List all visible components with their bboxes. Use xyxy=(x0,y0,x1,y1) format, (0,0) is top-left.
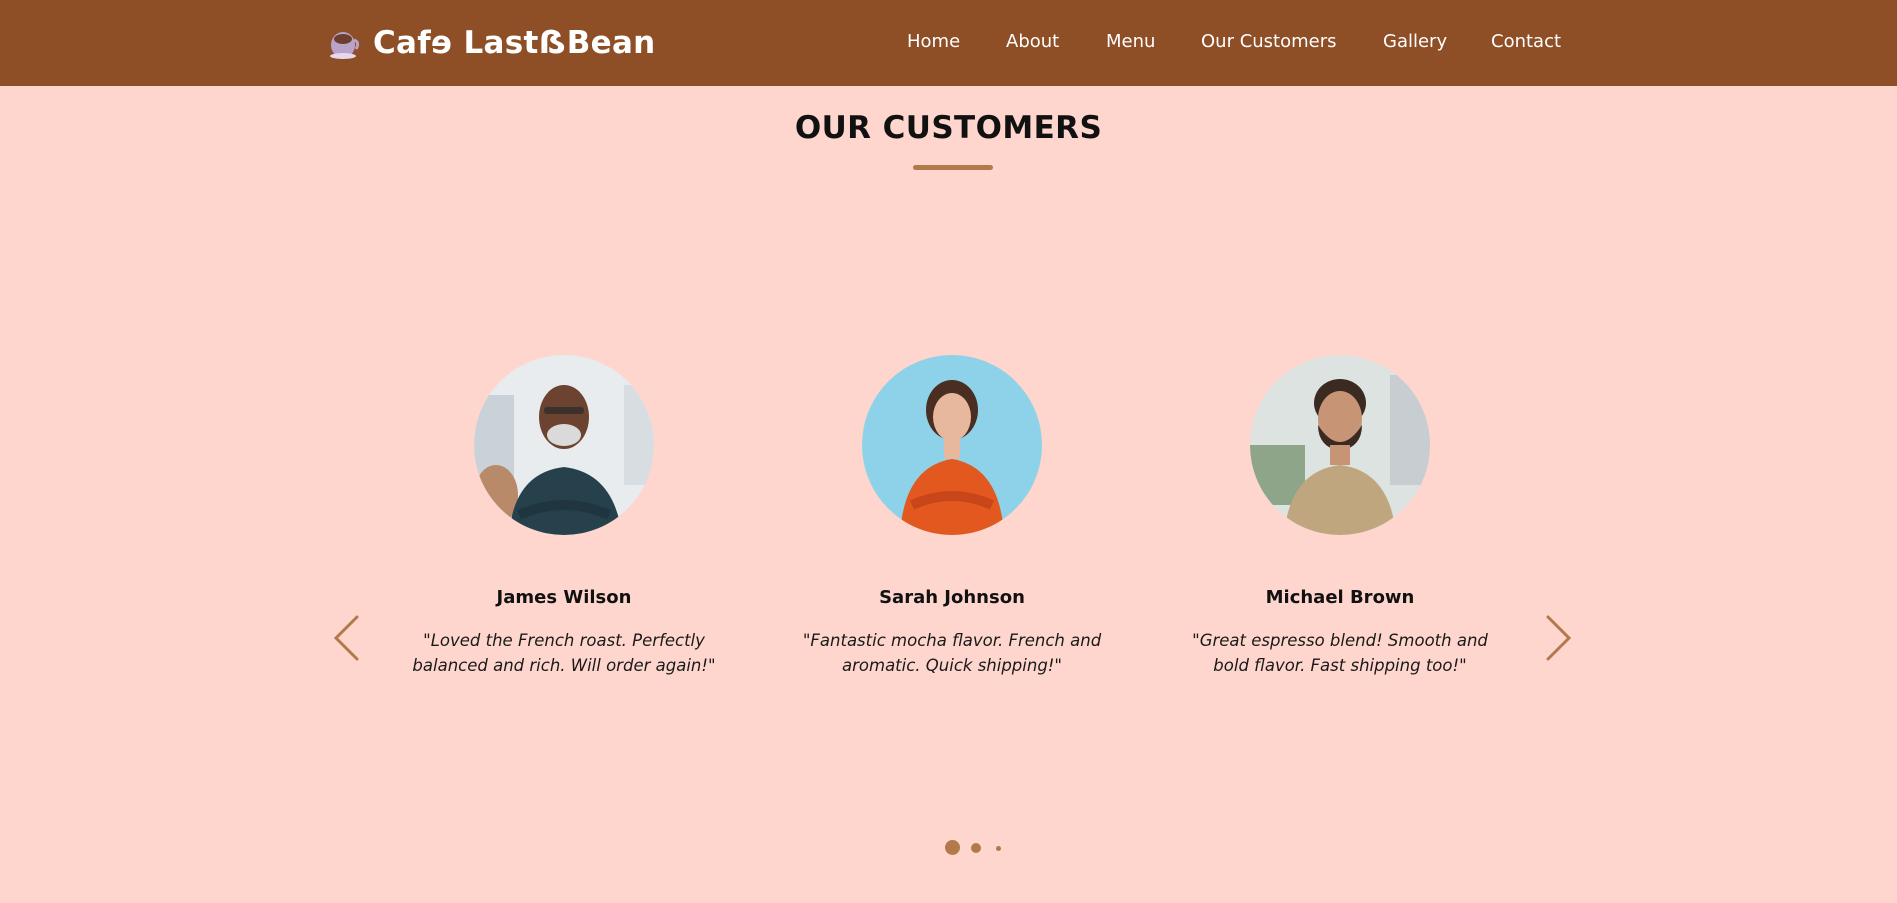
customer-card: James Wilson "Loved the French roast. Pe… xyxy=(404,355,724,678)
carousel-prev-button[interactable] xyxy=(332,615,362,661)
chevron-right-icon xyxy=(1546,615,1572,661)
nav-gallery[interactable]: Gallery xyxy=(1383,31,1447,52)
site-header: Cafɘ LastẞBean Home About Menu Our Custo… xyxy=(0,0,1897,86)
title-underline xyxy=(913,165,993,170)
customer-name: James Wilson xyxy=(496,587,632,608)
customer-photo xyxy=(862,355,1042,535)
customer-photo xyxy=(474,355,654,535)
nav-our-customers[interactable]: Our Customers xyxy=(1201,31,1337,52)
customer-name: Sarah Johnson xyxy=(879,587,1025,608)
carousel-dot-1[interactable] xyxy=(945,840,960,855)
customer-card: Michael Brown "Great espresso blend! Smo… xyxy=(1180,355,1500,678)
main-nav: Home About Menu Our Customers Gallery Co… xyxy=(0,0,1897,86)
nav-home[interactable]: Home xyxy=(907,31,960,52)
carousel-next-button[interactable] xyxy=(1543,615,1573,661)
carousel-dot-3[interactable] xyxy=(996,846,1001,851)
customer-name: Michael Brown xyxy=(1265,587,1415,608)
nav-about[interactable]: About xyxy=(1006,31,1059,52)
nav-menu[interactable]: Menu xyxy=(1106,31,1155,52)
customer-photo xyxy=(1250,355,1430,535)
section-title: OUR CUSTOMERS xyxy=(794,110,1103,146)
nav-contact[interactable]: Contact xyxy=(1491,31,1561,52)
customer-quote: "Fantastic mocha flavor. French and arom… xyxy=(802,631,1102,675)
chevron-left-icon xyxy=(333,615,359,661)
customer-quote: "Great espresso blend! Smooth and bold f… xyxy=(1192,631,1488,675)
customer-quote: "Loved the French roast. Perfectly balan… xyxy=(412,631,716,675)
carousel-dot-2[interactable] xyxy=(971,843,981,853)
customer-card: Sarah Johnson "Fantastic mocha flavor. F… xyxy=(792,355,1112,678)
